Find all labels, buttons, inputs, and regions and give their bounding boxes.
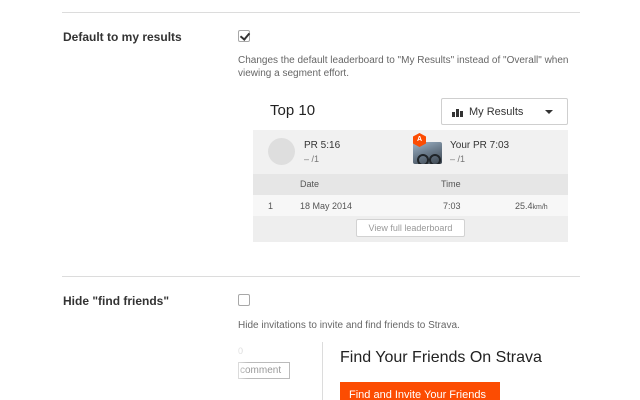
pr-rank: – /1	[304, 154, 320, 164]
find-friends-title: Find Your Friends On Strava	[340, 349, 542, 366]
pr-summary-row: PR 5:16 – /1 A Your PR 7:03 – /1	[253, 130, 568, 174]
leaderboard-table-header: Date Time	[253, 174, 568, 195]
row-speed-value: 25.4	[515, 201, 533, 211]
user-avatar[interactable]: A	[413, 133, 443, 165]
avatar	[268, 138, 295, 165]
leaderboard-footer: View full leaderboard	[253, 216, 568, 242]
table-row[interactable]: 1 18 May 2014 7:03 25.4km/h	[253, 195, 568, 216]
bar-chart-icon	[452, 109, 465, 117]
section-divider	[62, 276, 580, 277]
hide-find-friends-description: Hide invitations to invite and find frie…	[238, 320, 460, 331]
column-date: Date	[300, 179, 320, 189]
row-speed: 25.4km/h	[515, 201, 548, 211]
find-invite-friends-button[interactable]: Find and Invite Your Friends	[340, 382, 500, 400]
results-dropdown-label: My Results	[469, 106, 524, 118]
row-date: 18 May 2014	[300, 201, 353, 211]
your-pr-time: Your PR 7:03	[450, 140, 510, 151]
default-results-title: Default to my results	[63, 30, 182, 44]
hide-find-friends-title: Hide "find friends"	[63, 294, 170, 308]
leaderboard-title: Top 10	[270, 102, 316, 119]
row-speed-unit: km/h	[532, 204, 548, 211]
default-results-description: Changes the default leaderboard to "My R…	[238, 55, 569, 79]
row-time: 7:03	[443, 201, 461, 211]
column-time: Time	[441, 179, 461, 189]
your-pr-rank: – /1	[450, 154, 466, 164]
hide-find-friends-checkbox[interactable]	[238, 294, 250, 306]
chevron-down-icon	[545, 110, 553, 114]
top-divider	[62, 12, 580, 13]
preview-divider	[322, 342, 323, 400]
results-dropdown[interactable]: My Results	[441, 98, 568, 125]
view-full-leaderboard-button[interactable]: View full leaderboard	[356, 219, 465, 237]
preview-fade	[228, 340, 248, 390]
default-results-checkbox[interactable]	[238, 30, 250, 42]
row-rank: 1	[268, 201, 274, 211]
pr-time: PR 5:16	[304, 140, 341, 151]
